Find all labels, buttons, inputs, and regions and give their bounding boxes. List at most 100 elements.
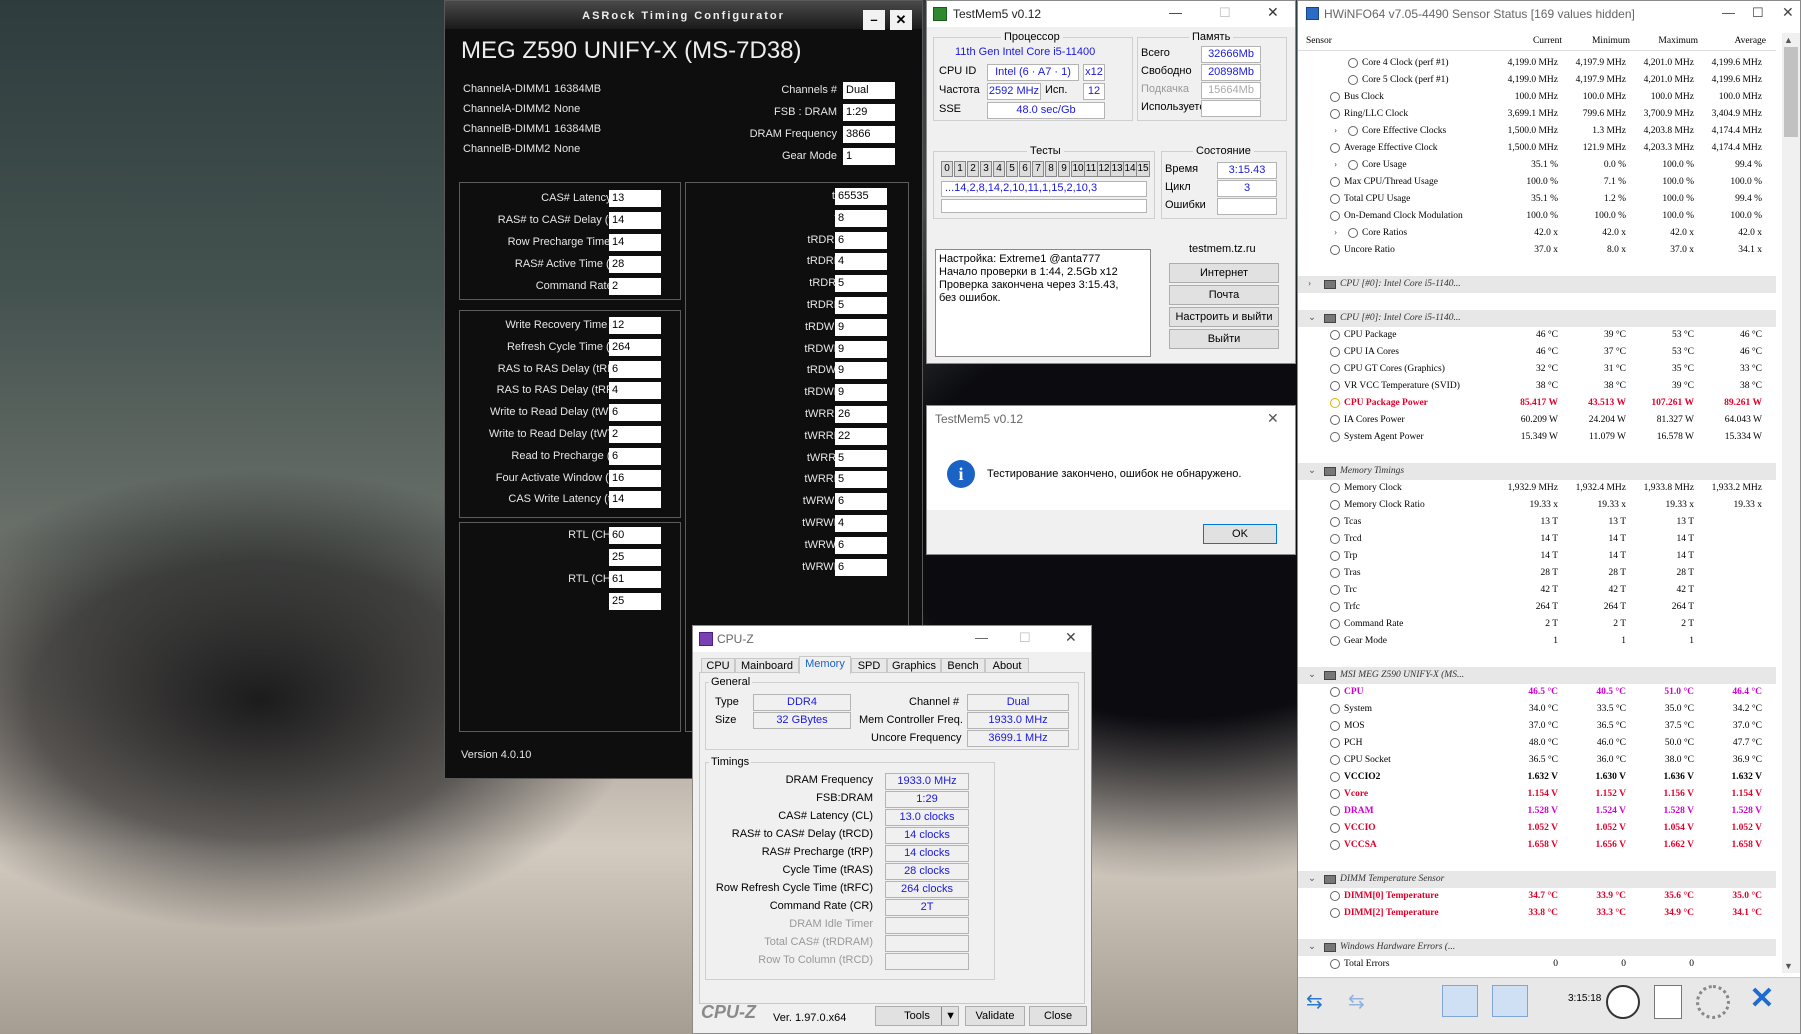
maximize-button[interactable]: ☐ bbox=[1752, 5, 1764, 21]
sub-timing-field[interactable]: 65535 bbox=[835, 188, 887, 205]
sub-timing-field[interactable]: 4 bbox=[835, 515, 887, 532]
tab-bench[interactable]: Bench bbox=[941, 658, 985, 673]
close-button[interactable]: ✕ bbox=[1065, 629, 1077, 646]
chevron-down-icon[interactable]: ⌄ bbox=[1308, 463, 1316, 480]
timing-field[interactable]: 6 bbox=[609, 404, 661, 422]
sensor-section[interactable]: ⌄ DIMM Temperature Sensor bbox=[1298, 871, 1776, 888]
timing-field[interactable]: 14 bbox=[609, 234, 661, 251]
chevron-down-icon[interactable]: ⌄ bbox=[1308, 667, 1316, 684]
sensor-section[interactable]: › CPU [#0]: Intel Core i5-1140... bbox=[1298, 276, 1776, 293]
chevron-right-icon[interactable]: › bbox=[1308, 276, 1311, 293]
chevron-down-icon[interactable]: ⌄ bbox=[1308, 310, 1316, 327]
dialog-title[interactable]: TestMem5 v0.12 bbox=[927, 406, 1295, 432]
scroll-up-icon[interactable]: ▲ bbox=[1784, 35, 1793, 45]
close-button[interactable]: ✕ bbox=[890, 10, 912, 30]
close-button[interactable]: ✕ bbox=[1267, 4, 1279, 21]
timing-field[interactable]: 2 bbox=[609, 278, 661, 295]
sensor-section[interactable]: ⌄ Memory Timings bbox=[1298, 463, 1776, 480]
maximize-button[interactable]: ☐ bbox=[1219, 5, 1231, 21]
arrows-dim-icon[interactable]: ⇆ bbox=[1348, 989, 1384, 1013]
tab-about[interactable]: About bbox=[985, 658, 1029, 673]
timing-field[interactable]: 61 bbox=[609, 571, 661, 588]
asrock-titlebar[interactable]: ASRock Timing Configurator bbox=[445, 1, 922, 29]
cpuz-close-button[interactable]: Close bbox=[1029, 1006, 1087, 1026]
timing-field[interactable]: 60 bbox=[609, 527, 661, 544]
timing-field[interactable]: 4 bbox=[609, 382, 661, 400]
report-icon[interactable] bbox=[1654, 985, 1682, 1019]
scrollbar[interactable] bbox=[1782, 33, 1800, 973]
setting-field[interactable]: 1:29 bbox=[843, 104, 895, 121]
sub-timing-field[interactable]: 5 bbox=[835, 449, 887, 467]
clock-icon[interactable] bbox=[1606, 985, 1640, 1019]
scroll-down-icon[interactable]: ▼ bbox=[1784, 961, 1793, 971]
timing-field[interactable]: 25 bbox=[609, 549, 661, 566]
tools-button[interactable]: Tools ▼ bbox=[875, 1006, 959, 1026]
minimize-button[interactable]: — bbox=[1169, 5, 1182, 20]
timing-field[interactable]: 6 bbox=[609, 360, 661, 378]
minimize-button[interactable]: – bbox=[863, 10, 885, 30]
column-header[interactable]: Current bbox=[1494, 36, 1562, 46]
sub-timing-field[interactable]: 9 bbox=[835, 318, 887, 336]
timing-field[interactable]: 16 bbox=[609, 469, 661, 487]
network-icon[interactable] bbox=[1492, 985, 1528, 1017]
chevron-down-icon[interactable]: ⌄ bbox=[1308, 871, 1316, 888]
tab-spd[interactable]: SPD bbox=[851, 658, 887, 673]
settings-gear-icon[interactable] bbox=[1696, 985, 1730, 1019]
close-button[interactable]: ✕ bbox=[1782, 4, 1794, 21]
exit-x-icon[interactable]: ✕ bbox=[1742, 981, 1782, 1021]
testmem-button[interactable]: Настроить и выйти bbox=[1169, 307, 1279, 327]
timing-field[interactable]: 14 bbox=[609, 491, 661, 509]
timing-field[interactable]: 2 bbox=[609, 426, 661, 443]
sensor-section[interactable]: ⌄ CPU [#0]: Intel Core i5-1140... bbox=[1298, 310, 1776, 327]
sub-timing-field[interactable]: 4 bbox=[835, 253, 887, 271]
tab-graphics[interactable]: Graphics bbox=[887, 658, 941, 673]
sub-timing-field[interactable]: 5 bbox=[835, 297, 887, 314]
timing-field[interactable]: 28 bbox=[609, 256, 661, 273]
sub-timing-field[interactable]: 6 bbox=[835, 493, 887, 511]
ok-button[interactable]: OK bbox=[1203, 524, 1277, 544]
sub-timing-field[interactable]: 9 bbox=[835, 384, 887, 402]
testmem-titlebar[interactable]: TestMem5 v0.12 bbox=[927, 1, 1295, 27]
testmem-button[interactable]: Почта bbox=[1169, 285, 1279, 305]
timing-field[interactable]: 13 bbox=[609, 190, 661, 207]
timing-field[interactable]: 264 bbox=[609, 338, 661, 356]
sub-timing-field[interactable]: 5 bbox=[835, 471, 887, 489]
maximize-button[interactable]: ☐ bbox=[1019, 630, 1031, 646]
monitor-icon[interactable] bbox=[1442, 985, 1478, 1017]
sub-timing-field[interactable]: 22 bbox=[835, 427, 887, 445]
minimize-button[interactable]: — bbox=[1722, 5, 1735, 20]
column-header[interactable]: Minimum bbox=[1562, 36, 1630, 46]
timing-field[interactable]: 25 bbox=[609, 593, 661, 610]
testmem-button[interactable]: Интернет bbox=[1169, 263, 1279, 283]
sensor-section[interactable]: ⌄ Windows Hardware Errors (... bbox=[1298, 939, 1776, 956]
sub-timing-field[interactable]: 6 bbox=[835, 536, 887, 554]
sub-timing-field[interactable]: 8 bbox=[835, 209, 887, 227]
setting-field[interactable]: Dual bbox=[843, 82, 895, 99]
sub-timing-field[interactable]: 9 bbox=[835, 362, 887, 380]
cpuz-titlebar[interactable]: CPU-Z bbox=[693, 626, 1091, 652]
tab-cpu[interactable]: CPU bbox=[701, 658, 735, 673]
chevron-right-icon[interactable]: › bbox=[1334, 123, 1337, 140]
sensor-section[interactable]: ⌄ MSI MEG Z590 UNIFY-X (MS... bbox=[1298, 667, 1776, 684]
sub-timing-field[interactable]: 26 bbox=[835, 406, 887, 423]
timing-field[interactable]: 14 bbox=[609, 212, 661, 229]
arrows-icon[interactable]: ⇆ bbox=[1306, 989, 1342, 1013]
chevron-right-icon[interactable]: › bbox=[1334, 157, 1337, 174]
tab-memory[interactable]: Memory bbox=[799, 656, 851, 674]
dialog-close-button[interactable]: ✕ bbox=[1267, 410, 1279, 427]
setting-field[interactable]: 1 bbox=[843, 148, 895, 165]
sub-timing-field[interactable]: 5 bbox=[835, 275, 887, 293]
setting-field[interactable]: 3866 bbox=[843, 126, 895, 143]
tab-mainboard[interactable]: Mainboard bbox=[735, 658, 799, 673]
sub-timing-field[interactable]: 6 bbox=[835, 558, 887, 576]
testmem-button[interactable]: Выйти bbox=[1169, 329, 1279, 349]
scrollbar-thumb[interactable] bbox=[1784, 47, 1798, 137]
minimize-button[interactable]: — bbox=[975, 630, 988, 645]
validate-button[interactable]: Validate bbox=[965, 1006, 1025, 1026]
column-header[interactable]: Sensor bbox=[1306, 36, 1406, 46]
sub-timing-field[interactable]: 9 bbox=[835, 340, 887, 358]
sub-timing-field[interactable]: 6 bbox=[835, 231, 887, 249]
chevron-down-icon[interactable]: ⌄ bbox=[1308, 939, 1316, 956]
timing-field[interactable]: 6 bbox=[609, 447, 661, 465]
chevron-right-icon[interactable]: › bbox=[1334, 225, 1337, 242]
